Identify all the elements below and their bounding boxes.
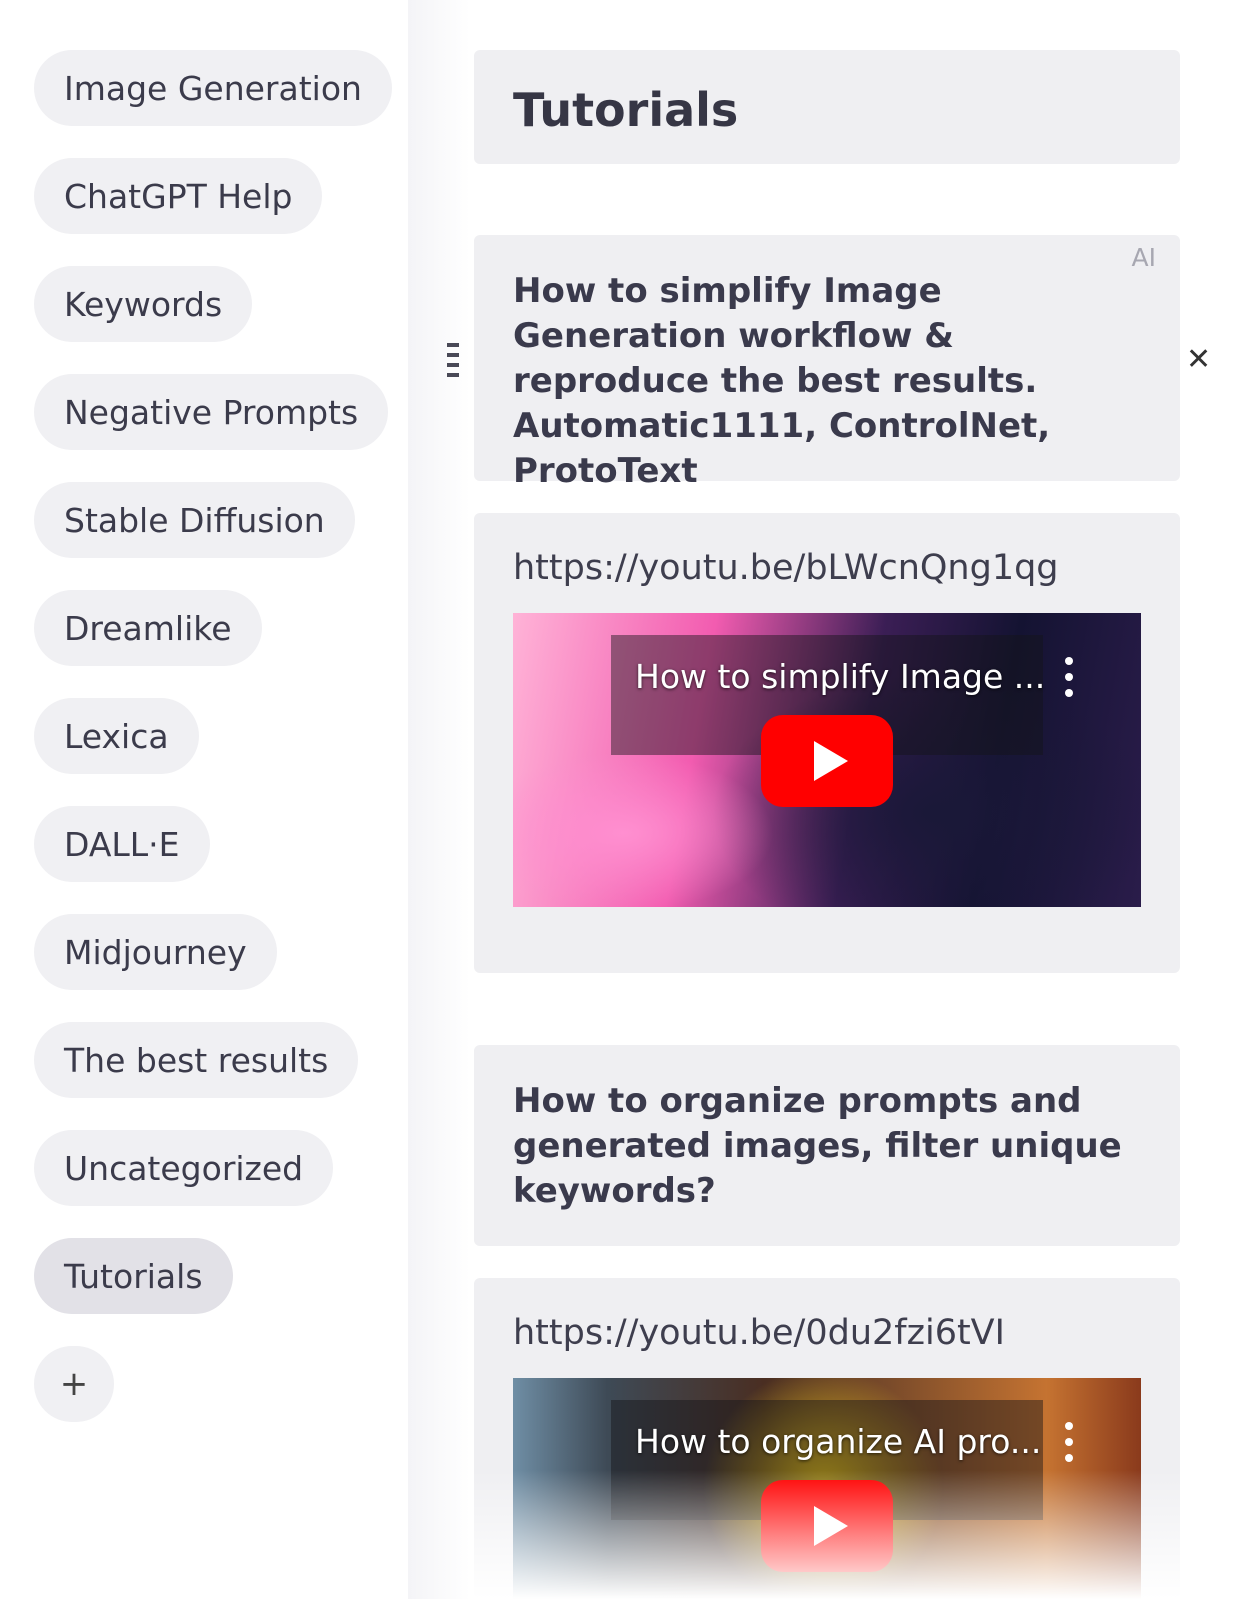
sidebar-item-tutorials[interactable]: Tutorials — [34, 1238, 233, 1314]
tutorial-card-heading[interactable]: AI How to simplify Image Generation work… — [474, 235, 1180, 491]
video-more-icon[interactable] — [1059, 1422, 1079, 1462]
close-icon[interactable]: ✕ — [1186, 342, 1211, 377]
video-url[interactable]: https://youtu.be/0du2fzi6tVI — [513, 1313, 1005, 1353]
tutorial-video-card: https://youtu.be/bLWcnQng1qg How to simp… — [474, 513, 1180, 973]
drag-handle-icon[interactable] — [447, 343, 459, 377]
video-title[interactable]: How to organize AI pro... — [635, 1422, 1041, 1461]
sidebar-item-best-results[interactable]: The best results — [34, 1022, 359, 1098]
video-url[interactable]: https://youtu.be/bLWcnQng1qg — [513, 548, 1059, 588]
ai-badge[interactable]: AI — [1132, 243, 1156, 272]
sidebar-item-keywords[interactable]: Keywords — [34, 266, 253, 342]
tutorial-heading: How to simplify Image Generation workflo… — [513, 271, 1051, 491]
video-title[interactable]: How to simplify Image ... — [635, 657, 1045, 696]
app: Image Generation ChatGPT Help Keywords N… — [0, 0, 1260, 1599]
page-title-card: Tutorials — [474, 50, 1180, 164]
sidebar-item-lexica[interactable]: Lexica — [34, 698, 199, 774]
sidebar-item-dreamlike[interactable]: Dreamlike — [34, 590, 262, 666]
scroll-fade — [474, 1470, 1180, 1599]
sidebar-item-chatgpt-help[interactable]: ChatGPT Help — [34, 158, 323, 234]
sidebar-item-uncategorized[interactable]: Uncategorized — [34, 1130, 334, 1206]
video-player[interactable]: How to simplify Image ... — [513, 613, 1141, 907]
tutorial-card-heading[interactable]: How to organize prompts and generated im… — [474, 1045, 1180, 1246]
sidebar: Image Generation ChatGPT Help Keywords N… — [0, 0, 408, 1599]
sidebar-item-negative-prompts[interactable]: Negative Prompts — [34, 374, 389, 450]
sidebar-divider — [408, 0, 470, 1599]
play-button-icon[interactable] — [761, 715, 893, 807]
sidebar-item-image-generation[interactable]: Image Generation — [34, 50, 392, 126]
add-category-button[interactable]: + — [34, 1346, 114, 1422]
video-more-icon[interactable] — [1059, 657, 1079, 697]
sidebar-item-midjourney[interactable]: Midjourney — [34, 914, 277, 990]
page-title: Tutorials — [513, 83, 739, 137]
sidebar-item-stable-diffusion[interactable]: Stable Diffusion — [34, 482, 355, 558]
sidebar-item-dall-e[interactable]: DALL·E — [34, 806, 210, 882]
tutorial-heading: How to organize prompts and generated im… — [513, 1081, 1122, 1211]
